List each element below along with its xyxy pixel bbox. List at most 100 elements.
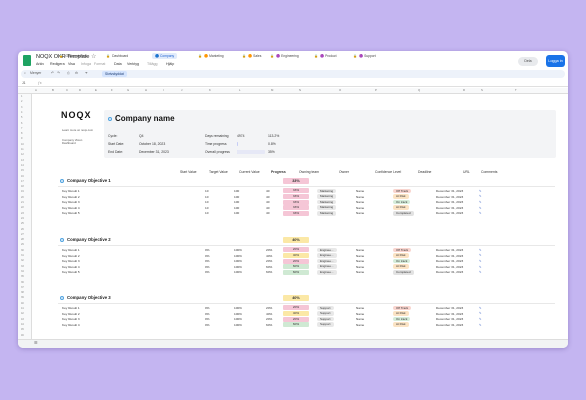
key-result-name[interactable]: Key Result 3 (62, 200, 80, 204)
row-number[interactable]: 7 (21, 127, 22, 130)
column-header-F[interactable]: F (111, 88, 113, 92)
current-value[interactable]: 40% (266, 254, 272, 258)
edit-link-icon[interactable]: ✎ (479, 200, 482, 204)
current-value[interactable]: 20% (266, 248, 272, 252)
confidence-chip[interactable]: Off Track (393, 247, 412, 253)
row-number[interactable]: 25 (21, 222, 24, 225)
current-value[interactable]: 20% (266, 259, 272, 263)
all-sheets-icon[interactable]: ☰ (34, 340, 38, 345)
filter-icon[interactable]: ⏷ (85, 71, 88, 75)
column-header-G[interactable]: G (127, 88, 129, 92)
start-value[interactable]: 0% (205, 317, 209, 321)
owner-name[interactable]: Name (356, 312, 364, 316)
target-value[interactable]: 100 (234, 189, 239, 193)
confidence-chip[interactable]: At Risk (393, 311, 409, 316)
key-result-name[interactable]: Key Result 5 (62, 211, 80, 215)
target-value[interactable]: 100% (234, 259, 242, 263)
menu-item-3[interactable]: Infoga (81, 62, 91, 66)
menu-item-4[interactable]: Format (94, 62, 105, 66)
team-chip[interactable]: Marketing (317, 211, 337, 216)
column-header-J[interactable]: J (181, 88, 182, 92)
edit-link-icon[interactable]: ✎ (479, 265, 482, 269)
owner-name[interactable]: Name (356, 195, 364, 199)
deadline-date[interactable]: December 31, 2023 (436, 195, 463, 199)
target-value[interactable]: 100 (234, 211, 239, 215)
row-number[interactable]: 20 (21, 196, 24, 199)
column-header-R[interactable]: R (463, 88, 465, 92)
target-value[interactable]: 100% (234, 270, 242, 274)
row-number[interactable]: 19 (21, 190, 24, 193)
confidence-chip[interactable]: Completed (393, 211, 414, 216)
row-number[interactable]: 9 (21, 137, 22, 140)
target-value[interactable]: 100% (234, 248, 242, 252)
current-value[interactable]: 40 (266, 200, 269, 204)
row-number[interactable]: 30 (21, 249, 24, 252)
team-chip[interactable]: Marketing (317, 188, 337, 194)
column-header-A[interactable]: A (35, 88, 37, 92)
row-number[interactable]: 35 (21, 275, 24, 278)
row-number[interactable]: 3 (21, 106, 22, 109)
column-header-O[interactable]: O (339, 88, 341, 92)
deadline-date[interactable]: December 31, 2023 (436, 306, 463, 310)
search-icon[interactable]: ⌕ (24, 71, 26, 75)
owner-name[interactable]: Name (356, 306, 364, 310)
team-chip[interactable]: Marketing (317, 205, 337, 210)
current-value[interactable]: 60% (266, 270, 272, 274)
column-header-H[interactable]: H (145, 88, 147, 92)
current-value[interactable]: 40 (266, 189, 269, 193)
start-value[interactable]: 0% (205, 259, 209, 263)
sheet-tab-0[interactable]: 🔒 Getting started (56, 53, 90, 59)
edit-link-icon[interactable]: ✎ (479, 211, 482, 215)
sheet-tab-4[interactable]: 🔒 🟠 Sales (239, 53, 264, 59)
target-value[interactable]: 100% (234, 306, 242, 310)
current-value[interactable]: 60% (266, 265, 272, 269)
current-value[interactable]: 20% (266, 306, 272, 310)
owner-name[interactable]: Name (356, 323, 364, 327)
menu-item-7[interactable]: Tillägg (147, 62, 157, 66)
menu-item-1[interactable]: Redigera (50, 62, 65, 66)
row-number[interactable]: 45 (21, 328, 24, 331)
column-header-M[interactable]: M (271, 88, 273, 92)
key-result-name[interactable]: Key Result 1 (62, 189, 80, 193)
start-value[interactable]: 10 (205, 195, 208, 199)
owner-name[interactable]: Name (356, 265, 364, 269)
zoom-icon[interactable]: ⊖ (75, 71, 78, 75)
row-number[interactable]: 5 (21, 116, 22, 119)
key-result-name[interactable]: Key Result 1 (62, 306, 80, 310)
start-value[interactable]: 0% (205, 248, 209, 252)
row-number[interactable]: 26 (21, 228, 24, 231)
target-value[interactable]: 100 (234, 206, 239, 210)
column-header-I[interactable]: I (163, 88, 164, 92)
row-number[interactable]: 38 (21, 291, 24, 294)
column-header-S[interactable]: S (481, 88, 483, 92)
team-chip[interactable]: Enginee... (317, 247, 337, 253)
sheet-tab-7[interactable]: 🔒 🟣 Support (350, 53, 379, 59)
row-number[interactable]: 37 (21, 286, 24, 289)
owner-name[interactable]: Name (356, 270, 364, 274)
current-value[interactable]: 20% (266, 317, 272, 321)
deadline-date[interactable]: December 31, 2023 (436, 270, 463, 274)
edit-link-icon[interactable]: ✎ (479, 189, 482, 193)
learn-more-link[interactable]: Learn more on noqx.com (62, 128, 93, 132)
confidence-chip[interactable]: On track (393, 316, 411, 322)
confidence-chip[interactable]: Completed (393, 270, 414, 275)
deadline-date[interactable]: December 31, 2023 (436, 211, 463, 215)
sheet-tab-2[interactable]: 🔵 Company (152, 52, 178, 59)
key-result-name[interactable]: Key Result 3 (62, 259, 80, 263)
owner-name[interactable]: Name (356, 211, 364, 215)
row-number[interactable]: 23 (21, 212, 24, 215)
start-value[interactable]: 0% (205, 323, 209, 327)
row-number[interactable]: 43 (21, 318, 24, 321)
row-number[interactable]: 13 (21, 159, 24, 162)
readonly-chip[interactable]: Skrivskyddat (102, 71, 127, 77)
target-value[interactable]: 100% (234, 317, 242, 321)
deadline-date[interactable]: December 31, 2023 (436, 254, 463, 258)
deadline-date[interactable]: December 31, 2023 (436, 248, 463, 252)
menu-search-label[interactable]: Menyer (30, 71, 41, 75)
edit-link-icon[interactable]: ✎ (479, 253, 482, 257)
redo-icon[interactable]: ↷ (57, 71, 60, 75)
row-number[interactable]: 11 (21, 148, 24, 151)
current-value[interactable]: 40 (266, 206, 269, 210)
row-number[interactable]: 41 (21, 307, 24, 310)
confidence-chip[interactable]: At Risk (393, 253, 409, 258)
